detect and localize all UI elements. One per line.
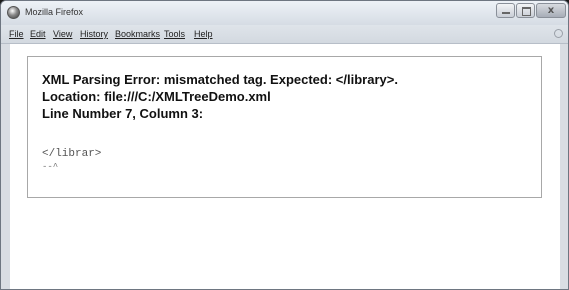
menu-help[interactable]: Help (194, 29, 213, 39)
window-controls: x (496, 3, 566, 20)
error-source-text: </librar> (42, 148, 102, 160)
error-message: XML Parsing Error: mismatched tag. Expec… (42, 72, 398, 87)
close-icon: x (547, 5, 555, 16)
error-location: Location: file:///C:/XMLTreeDemo.xml (42, 89, 271, 104)
page-content: XML Parsing Error: mismatched tag. Expec… (10, 44, 560, 289)
menu-file[interactable]: File (9, 29, 24, 39)
maximize-button[interactable] (516, 3, 535, 18)
title-bar: Mozilla Firefox x (1, 1, 568, 25)
error-caret: --^ (42, 162, 59, 172)
minimize-button[interactable] (496, 3, 515, 18)
xml-error-box: XML Parsing Error: mismatched tag. Expec… (27, 56, 542, 198)
firefox-app-icon (7, 6, 20, 19)
maximize-icon (522, 7, 531, 16)
window-title: Mozilla Firefox (25, 7, 84, 17)
menu-tools[interactable]: Tools (164, 29, 185, 39)
menu-view[interactable]: View (53, 29, 72, 39)
menu-bar: File Edit View History Bookmarks Tools H… (1, 25, 568, 44)
error-line-number: Line Number 7, Column 3: (42, 106, 204, 121)
menu-history[interactable]: History (80, 29, 108, 39)
browser-window: Mozilla Firefox x File Edit View History… (0, 0, 569, 290)
close-button[interactable]: x (536, 3, 566, 18)
throbber-icon (554, 29, 563, 38)
menu-edit[interactable]: Edit (30, 29, 46, 39)
menu-bookmarks[interactable]: Bookmarks (115, 29, 160, 39)
minimize-icon (502, 12, 510, 14)
